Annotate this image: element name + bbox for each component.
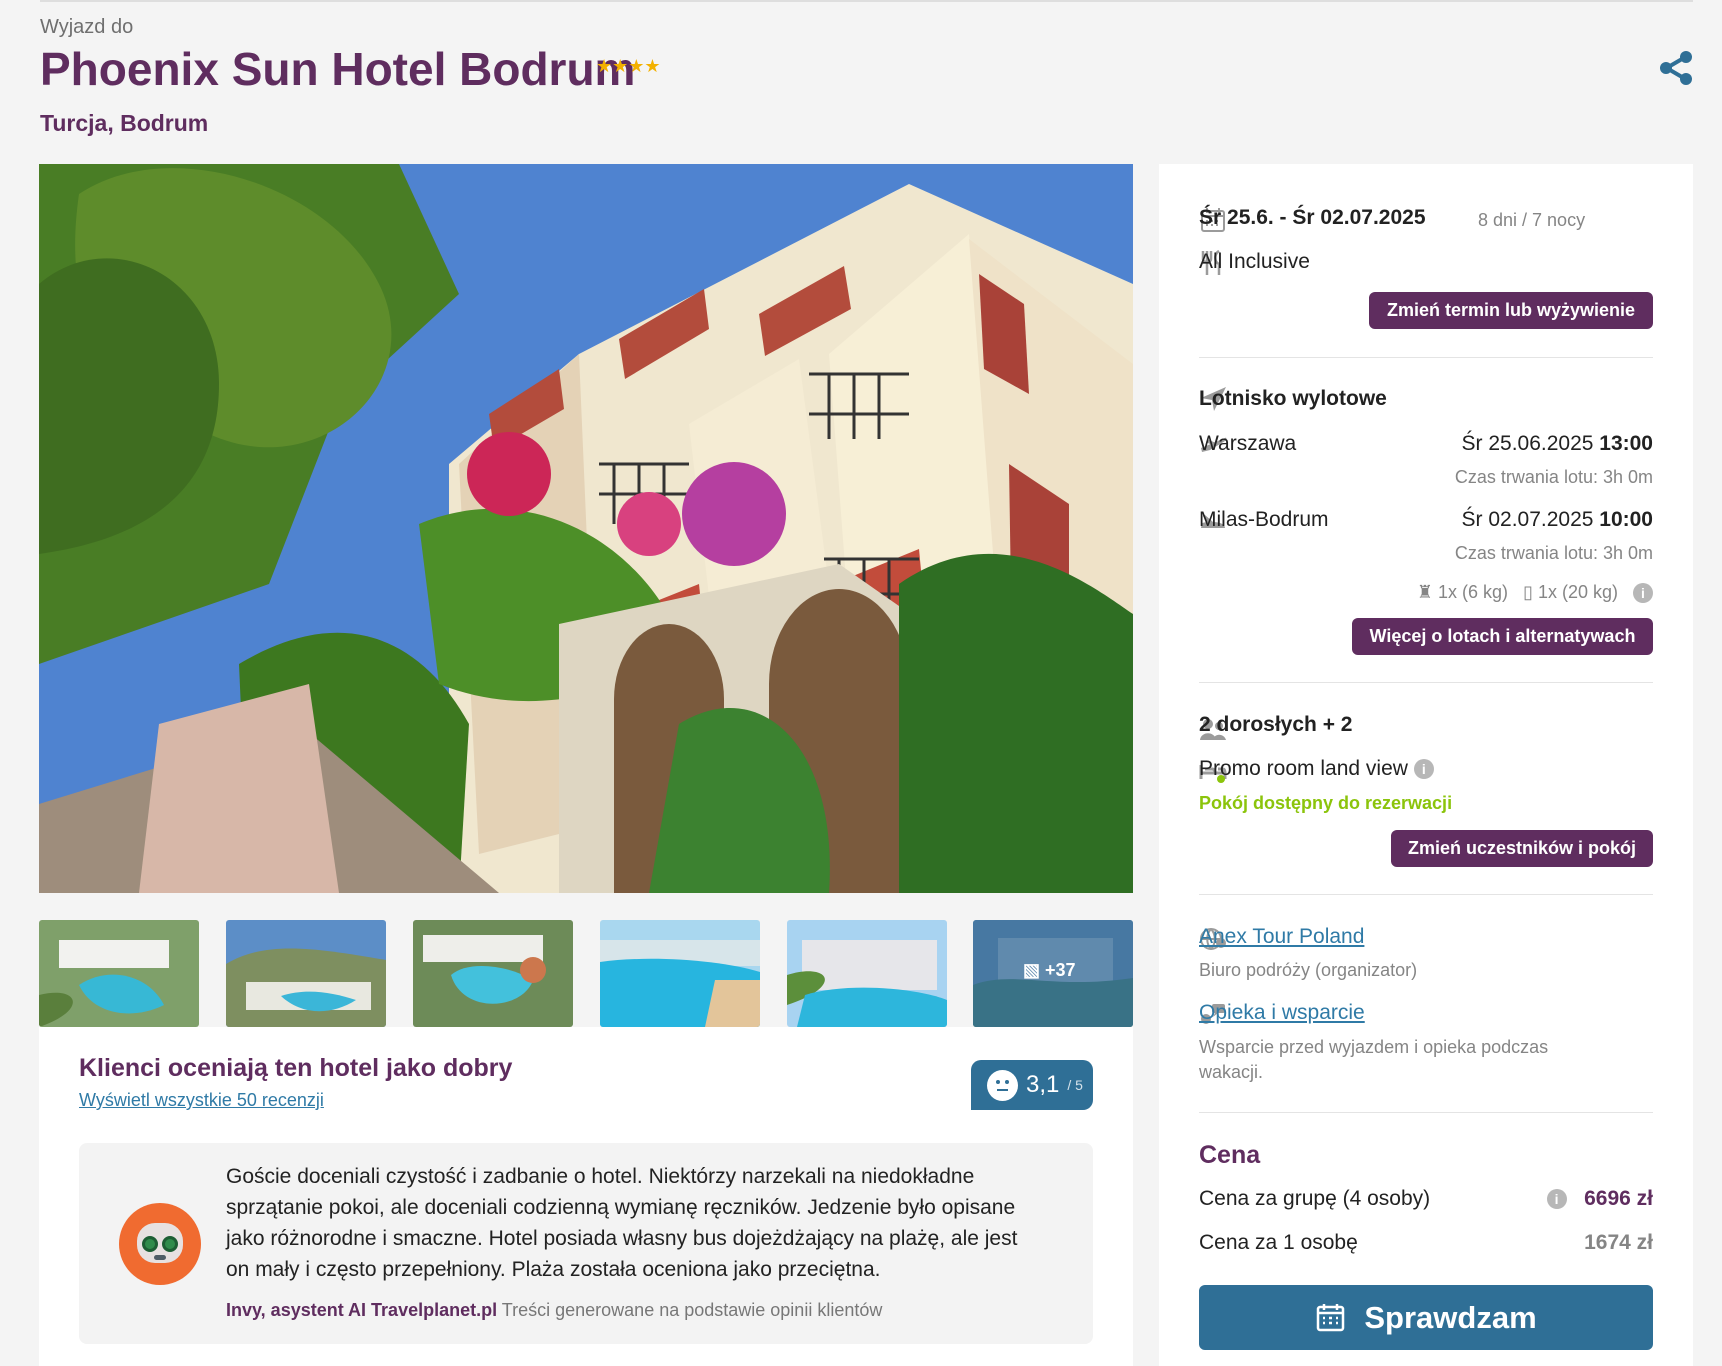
booking-divider	[1199, 894, 1653, 895]
arrival-city: Milas-Bodrum	[1199, 508, 1329, 531]
per-person-price: 1674 zł	[1584, 1231, 1653, 1254]
departure-date: Śr 25.06.2025	[1461, 432, 1594, 455]
per-person-price-label: Cena za 1 osobę	[1199, 1231, 1358, 1254]
thumbnail-pool-closeup[interactable]	[600, 920, 760, 1027]
flights-alternatives-button[interactable]: Więcej o lotach i alternatywach	[1352, 618, 1653, 655]
ai-assistant-avatar	[119, 1203, 201, 1285]
review-score-max: / 5	[1067, 1077, 1083, 1093]
review-score-badge[interactable]: 3,1 / 5	[971, 1060, 1093, 1110]
price-info-icon[interactable]: i	[1546, 1189, 1567, 1210]
group-price: i 6696 zł	[1546, 1187, 1653, 1211]
organizer-link[interactable]: Anex Tour Poland	[1199, 925, 1364, 949]
support-description: Wsparcie przed wyjazdem i opieka podczas…	[1199, 1037, 1549, 1082]
thumbnail-aerial-resort[interactable]	[39, 920, 199, 1027]
booking-divider	[1199, 357, 1653, 358]
departure-airport-label: Lotnisko wylotowe	[1199, 387, 1387, 410]
ai-source-note: Invy, asystent AI Travelplanet.pl Treści…	[226, 1300, 882, 1321]
trip-duration: 8 dni / 7 nocy	[1478, 210, 1586, 230]
trip-eyebrow: Wyjazd do	[40, 16, 134, 38]
support-link[interactable]: Opieka i wsparcie	[1199, 1001, 1365, 1025]
change-participants-room-button[interactable]: Zmień uczestników i pokój	[1391, 830, 1653, 867]
calendar-icon	[1317, 1304, 1345, 1332]
main-hotel-photo[interactable]	[39, 164, 1133, 893]
departure-datetime: Śr 25.06.2025 13:00	[1462, 432, 1654, 456]
room-type: Promo room land view i	[1199, 757, 1434, 781]
booking-divider	[1199, 1112, 1653, 1113]
image-icon: ▧	[1023, 960, 1046, 980]
neutral-face-icon	[987, 1069, 1018, 1101]
baggage-allowance: ♜ 1x (6 kg) ▯ 1x (20 kg) i	[1416, 582, 1653, 604]
arrival-date: Śr 02.07.2025	[1461, 508, 1594, 531]
room-info-icon[interactable]: i	[1413, 759, 1434, 780]
hotel-building-photo	[39, 164, 1133, 893]
departure-city: Warszawa	[1199, 432, 1297, 455]
check-button-label: Sprawdzam	[1364, 1299, 1537, 1335]
hand-baggage: 1x (6 kg)	[1437, 582, 1508, 602]
booking-divider	[1199, 682, 1653, 683]
top-divider	[40, 0, 1693, 2]
check-availability-button[interactable]: Sprawdzam	[1199, 1285, 1653, 1350]
board-type: All Inclusive	[1199, 250, 1310, 273]
arrival-datetime: Śr 02.07.2025 10:00	[1462, 508, 1654, 532]
organizer-description: Biuro podróży (organizator)	[1199, 960, 1418, 980]
checked-baggage: 1x (20 kg)	[1537, 582, 1618, 602]
arrival-time: 10:00	[1599, 508, 1653, 531]
photo-thumbnails: ▧ +37	[39, 920, 1133, 1027]
thumbnail-more-photos[interactable]: ▧ +37	[973, 920, 1133, 1027]
price-heading: Cena	[1199, 1141, 1261, 1169]
hotel-title: Phoenix Sun Hotel Bodrum	[40, 43, 636, 95]
trip-date-range: Śr 25.6. - Śr 02.07.2025	[1199, 206, 1426, 229]
ai-content-note: Treści generowane na podstawie opinii kl…	[501, 1300, 883, 1320]
review-heading: Klienci oceniają ten hotel jako dobry	[79, 1054, 513, 1082]
participants-summary: 2 dorosłych + 2	[1199, 713, 1353, 736]
departure-flight-duration: Czas trwania lotu: 3h 0m	[1454, 467, 1653, 487]
hotel-stars: ★★★★	[596, 56, 661, 76]
all-reviews-link[interactable]: Wyświetl wszystkie 50 recenzji	[79, 1090, 324, 1111]
arrival-flight-duration: Czas trwania lotu: 3h 0m	[1454, 543, 1653, 563]
review-summary-text: Goście doceniali czystość i zadbanie o h…	[226, 1165, 1018, 1281]
baggage-info-icon[interactable]: i	[1633, 583, 1653, 604]
hand-luggage-icon: ♜	[1416, 582, 1433, 602]
thumbnail-hillside-view[interactable]	[226, 920, 386, 1027]
more-photos-count: ▧ +37	[1023, 960, 1076, 980]
thumbnail-pool-complex[interactable]	[413, 920, 573, 1027]
ai-review-summary: Goście doceniali czystość i zadbanie o h…	[79, 1143, 1093, 1344]
change-date-board-button[interactable]: Zmień termin lub wyżywienie	[1369, 292, 1653, 329]
ai-assistant-name: Invy, asystent AI Travelplanet.pl	[226, 1300, 498, 1320]
review-score: 3,1	[1026, 1071, 1060, 1098]
thumbnail-hotel-pool[interactable]	[787, 920, 947, 1027]
suitcase-icon: ▯	[1523, 582, 1533, 602]
hotel-location: Turcja, Bodrum	[40, 110, 209, 136]
departure-time: 13:00	[1599, 432, 1653, 455]
share-icon[interactable]	[1658, 50, 1694, 86]
room-availability: Pokój dostępny do rezerwacji	[1199, 793, 1453, 813]
group-price-label: Cena za grupę (4 osoby)	[1199, 1187, 1431, 1210]
